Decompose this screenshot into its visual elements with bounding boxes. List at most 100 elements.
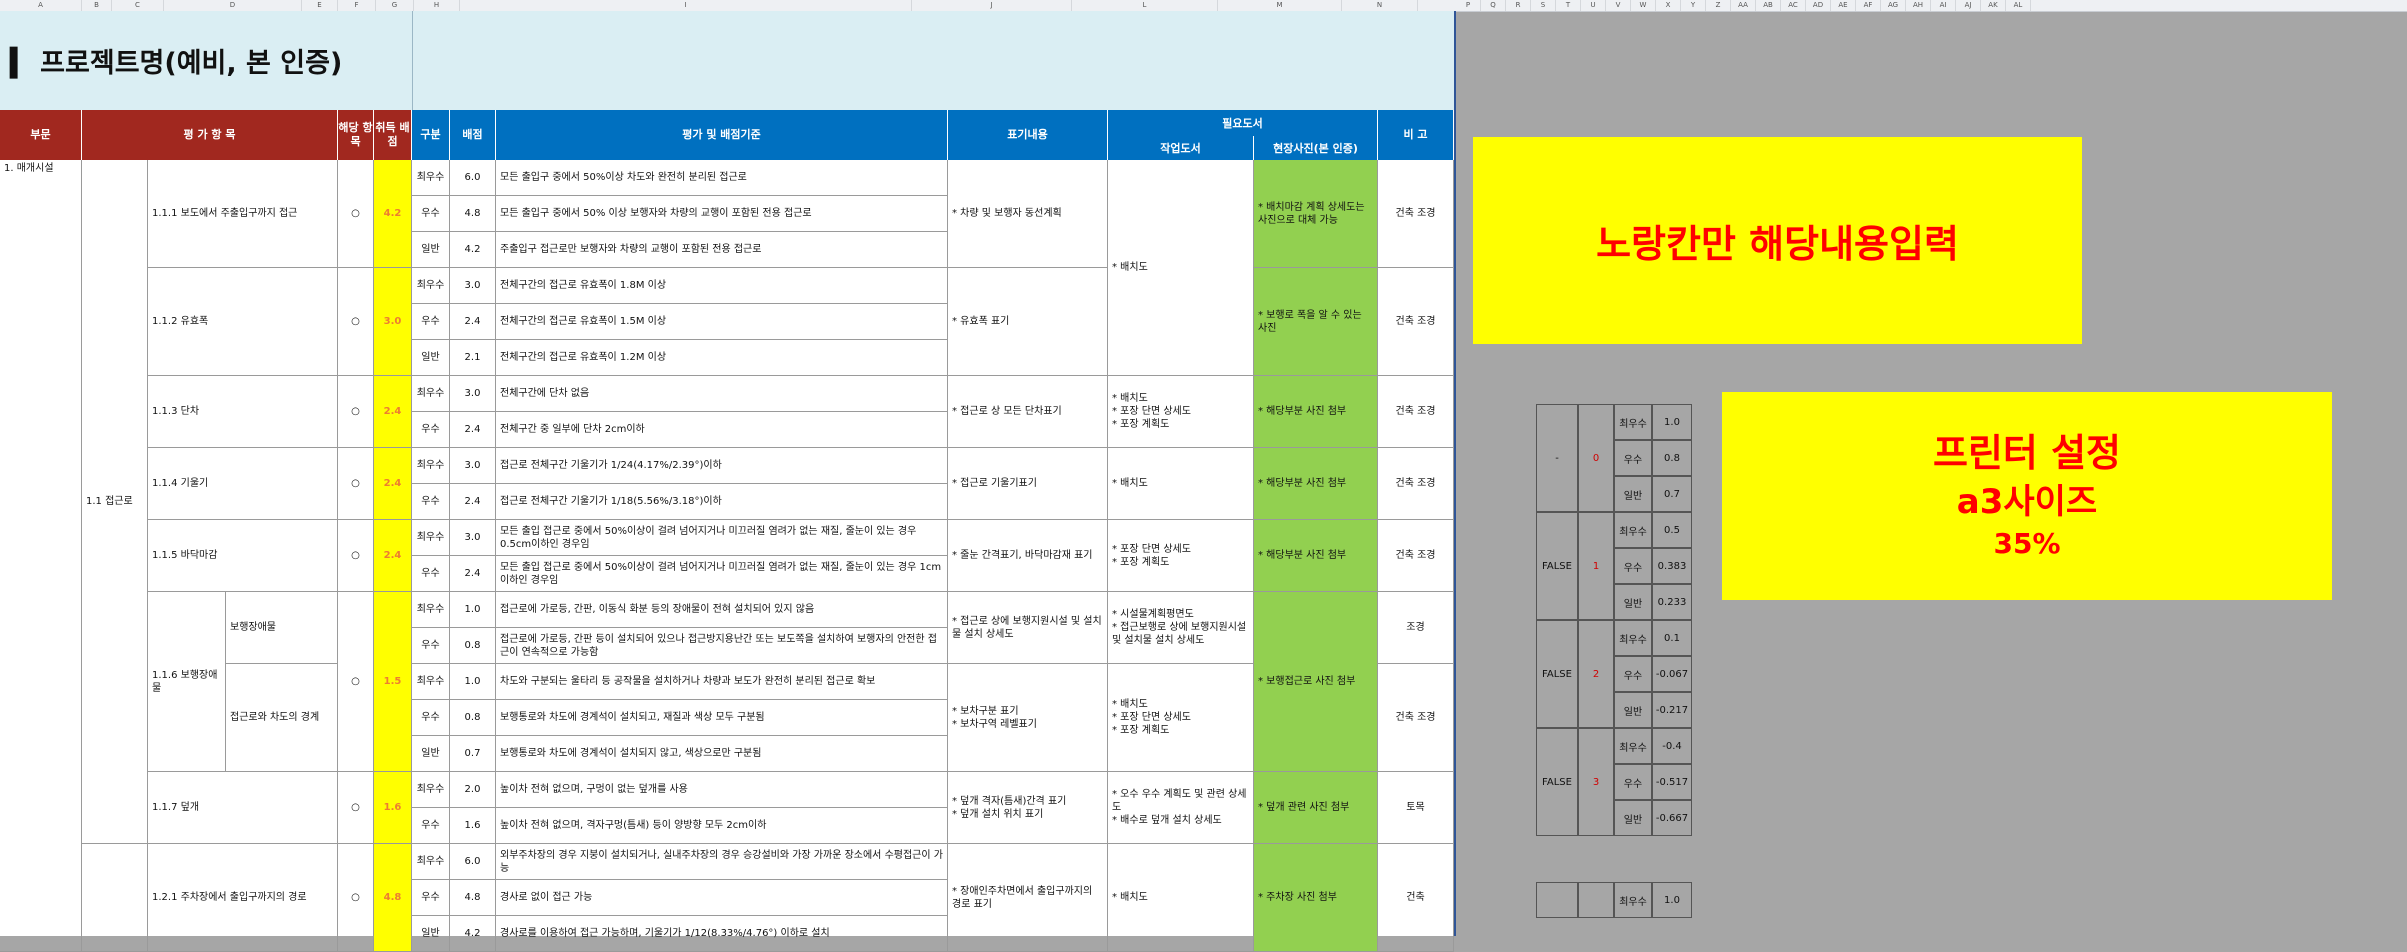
criteria-cell[interactable]: 높이차 전혀 없으며, 격자구멍(틈새) 등이 양방향 모두 2cm이하: [496, 808, 948, 844]
earned-score[interactable]: 3.0: [374, 268, 412, 376]
score-cell[interactable]: 6.0: [450, 160, 496, 196]
score-cell[interactable]: 1.6: [450, 808, 496, 844]
calc-value[interactable]: 0.233: [1652, 584, 1692, 620]
calc-value[interactable]: 0.7: [1652, 476, 1692, 512]
column-letter[interactable]: H: [414, 0, 460, 11]
grade-cell[interactable]: 우수: [412, 196, 450, 232]
work-doc-cell[interactable]: * 시설물계획평면도 * 접근보행로 상에 보행지원시설 및 설치물 설치 상세…: [1108, 592, 1254, 664]
photo-cell[interactable]: * 해당부분 사진 첨부: [1254, 376, 1378, 448]
item-name[interactable]: 1.1.7 덮개: [148, 772, 338, 844]
column-letter[interactable]: B: [82, 0, 112, 11]
score-cell[interactable]: 1.0: [450, 664, 496, 700]
photo-cell[interactable]: * 보행접근로 사진 첨부: [1254, 592, 1378, 772]
column-letter[interactable]: R: [1506, 0, 1531, 11]
grade-cell[interactable]: 우수: [412, 412, 450, 448]
criteria-cell[interactable]: 높이차 전혀 없으며, 구멍이 없는 덮개를 사용: [496, 772, 948, 808]
applicable-mark[interactable]: ○: [338, 376, 374, 448]
column-letter[interactable]: G: [376, 0, 414, 11]
column-letter[interactable]: D: [164, 0, 302, 11]
display-cell[interactable]: * 접근로 상 모든 단차표기: [948, 376, 1108, 448]
photo-cell[interactable]: * 보행로 폭을 알 수 있는 사진: [1254, 268, 1378, 376]
item-name[interactable]: 1.1.5 바닥마감: [148, 520, 338, 592]
calc-grade[interactable]: 우수: [1614, 440, 1652, 476]
criteria-cell[interactable]: 모든 출입구 중에서 50%이상 차도와 완전히 분리된 접근로: [496, 160, 948, 196]
page-title[interactable]: ▍ 프로젝트명(예비, 본 인증): [10, 41, 342, 80]
score-cell[interactable]: 2.4: [450, 484, 496, 520]
applicable-mark[interactable]: ○: [338, 268, 374, 376]
score-cell[interactable]: 4.2: [450, 232, 496, 268]
column-letter[interactable]: AE: [1831, 0, 1856, 11]
display-cell[interactable]: * 덮개 격자(틈새)간격 표기 * 덮개 설치 위치 표기: [948, 772, 1108, 844]
column-letter[interactable]: AI: [1931, 0, 1956, 11]
calc-value[interactable]: -0.067: [1652, 656, 1692, 692]
photo-cell[interactable]: * 덮개 관련 사진 첨부: [1254, 772, 1378, 844]
column-letter[interactable]: N: [1342, 0, 1418, 11]
column-letter[interactable]: Z: [1706, 0, 1731, 11]
earned-score[interactable]: 2.4: [374, 376, 412, 448]
criteria-cell[interactable]: 차도와 구분되는 울타리 등 공작물을 설치하거나 차량과 보도가 완전히 분리…: [496, 664, 948, 700]
score-cell[interactable]: 2.4: [450, 412, 496, 448]
criteria-cell[interactable]: 전체구간 중 일부에 단차 2cm이하: [496, 412, 948, 448]
grade-cell[interactable]: 최우수: [412, 160, 450, 196]
calc-index[interactable]: 2: [1578, 620, 1614, 728]
score-cell[interactable]: 2.1: [450, 340, 496, 376]
calc-grade[interactable]: 일반: [1614, 692, 1652, 728]
applicable-mark[interactable]: ○: [338, 520, 374, 592]
calc-flag[interactable]: FALSE: [1536, 512, 1578, 620]
item-name[interactable]: 1.1.4 기울기: [148, 448, 338, 520]
column-letter[interactable]: AD: [1806, 0, 1831, 11]
calc-value[interactable]: -0.517: [1652, 764, 1692, 800]
criteria-cell[interactable]: 경사로를 이용하여 접근 가능하며, 기울기가 1/12(8.33%/4.76°…: [496, 916, 948, 952]
grade-cell[interactable]: 일반: [412, 232, 450, 268]
score-cell[interactable]: 2.0: [450, 772, 496, 808]
work-doc-cell[interactable]: * 배치도 * 포장 단면 상세도 * 포장 계획도: [1108, 664, 1254, 772]
display-cell[interactable]: * 유효폭 표기: [948, 268, 1108, 376]
grade-cell[interactable]: 우수: [412, 880, 450, 916]
grade-cell[interactable]: 일반: [412, 916, 450, 952]
work-doc-cell[interactable]: * 배치도: [1108, 448, 1254, 520]
grade-cell[interactable]: 일반: [412, 340, 450, 376]
column-letter[interactable]: E: [302, 0, 338, 11]
calc-index[interactable]: 3: [1578, 728, 1614, 836]
calc-grade[interactable]: 우수: [1614, 764, 1652, 800]
display-cell[interactable]: * 차량 및 보행자 동선계획: [948, 160, 1108, 268]
score-cell[interactable]: 3.0: [450, 268, 496, 304]
earned-score[interactable]: 2.4: [374, 448, 412, 520]
column-letter[interactable]: AL: [2006, 0, 2031, 11]
criteria-cell[interactable]: 모든 출입구 중에서 50% 이상 보행자와 차량의 교행이 포함된 전용 접근…: [496, 196, 948, 232]
remark-cell[interactable]: 건축 조경: [1378, 448, 1454, 520]
part-label[interactable]: 1. 매개시설: [0, 160, 82, 952]
column-letter[interactable]: AG: [1881, 0, 1906, 11]
calc-value[interactable]: 0.8: [1652, 440, 1692, 476]
calc-flag[interactable]: FALSE: [1536, 620, 1578, 728]
column-letter[interactable]: V: [1606, 0, 1631, 11]
grade-cell[interactable]: 우수: [412, 556, 450, 592]
earned-score[interactable]: 4.2: [374, 160, 412, 268]
score-cell[interactable]: 0.8: [450, 700, 496, 736]
grade-cell[interactable]: 최우수: [412, 772, 450, 808]
calc-grade[interactable]: 최우수: [1614, 404, 1652, 440]
item-name[interactable]: 1.1.6 보행장애물: [148, 592, 226, 772]
column-letter[interactable]: AJ: [1956, 0, 1981, 11]
remark-cell[interactable]: 토목: [1378, 772, 1454, 844]
column-letter[interactable]: AB: [1756, 0, 1781, 11]
photo-cell[interactable]: * 배치마감 계획 상세도는 사진으로 대체 가능: [1254, 160, 1378, 268]
applicable-mark[interactable]: ○: [338, 448, 374, 520]
work-doc-cell[interactable]: * 오수 우수 계획도 및 관련 상세도 * 배수로 덮개 설치 상세도: [1108, 772, 1254, 844]
column-letter[interactable]: Y: [1681, 0, 1706, 11]
score-cell[interactable]: 0.7: [450, 736, 496, 772]
grade-cell[interactable]: 우수: [412, 700, 450, 736]
score-cell[interactable]: 4.2: [450, 916, 496, 952]
calc-flag[interactable]: FALSE: [1536, 728, 1578, 836]
column-letter[interactable]: I: [460, 0, 912, 11]
calc-value[interactable]: 1.0: [1652, 882, 1692, 918]
column-letter[interactable]: P: [1456, 0, 1481, 11]
calc-grade[interactable]: 우수: [1614, 548, 1652, 584]
display-cell[interactable]: * 접근로 상에 보행지원시설 및 설치물 설치 상세도: [948, 592, 1108, 664]
score-cell[interactable]: 3.0: [450, 376, 496, 412]
calc-value[interactable]: -0.667: [1652, 800, 1692, 836]
earned-score[interactable]: 1.6: [374, 772, 412, 844]
grade-cell[interactable]: 최우수: [412, 448, 450, 484]
score-cell[interactable]: 3.0: [450, 448, 496, 484]
score-cell[interactable]: 2.4: [450, 304, 496, 340]
